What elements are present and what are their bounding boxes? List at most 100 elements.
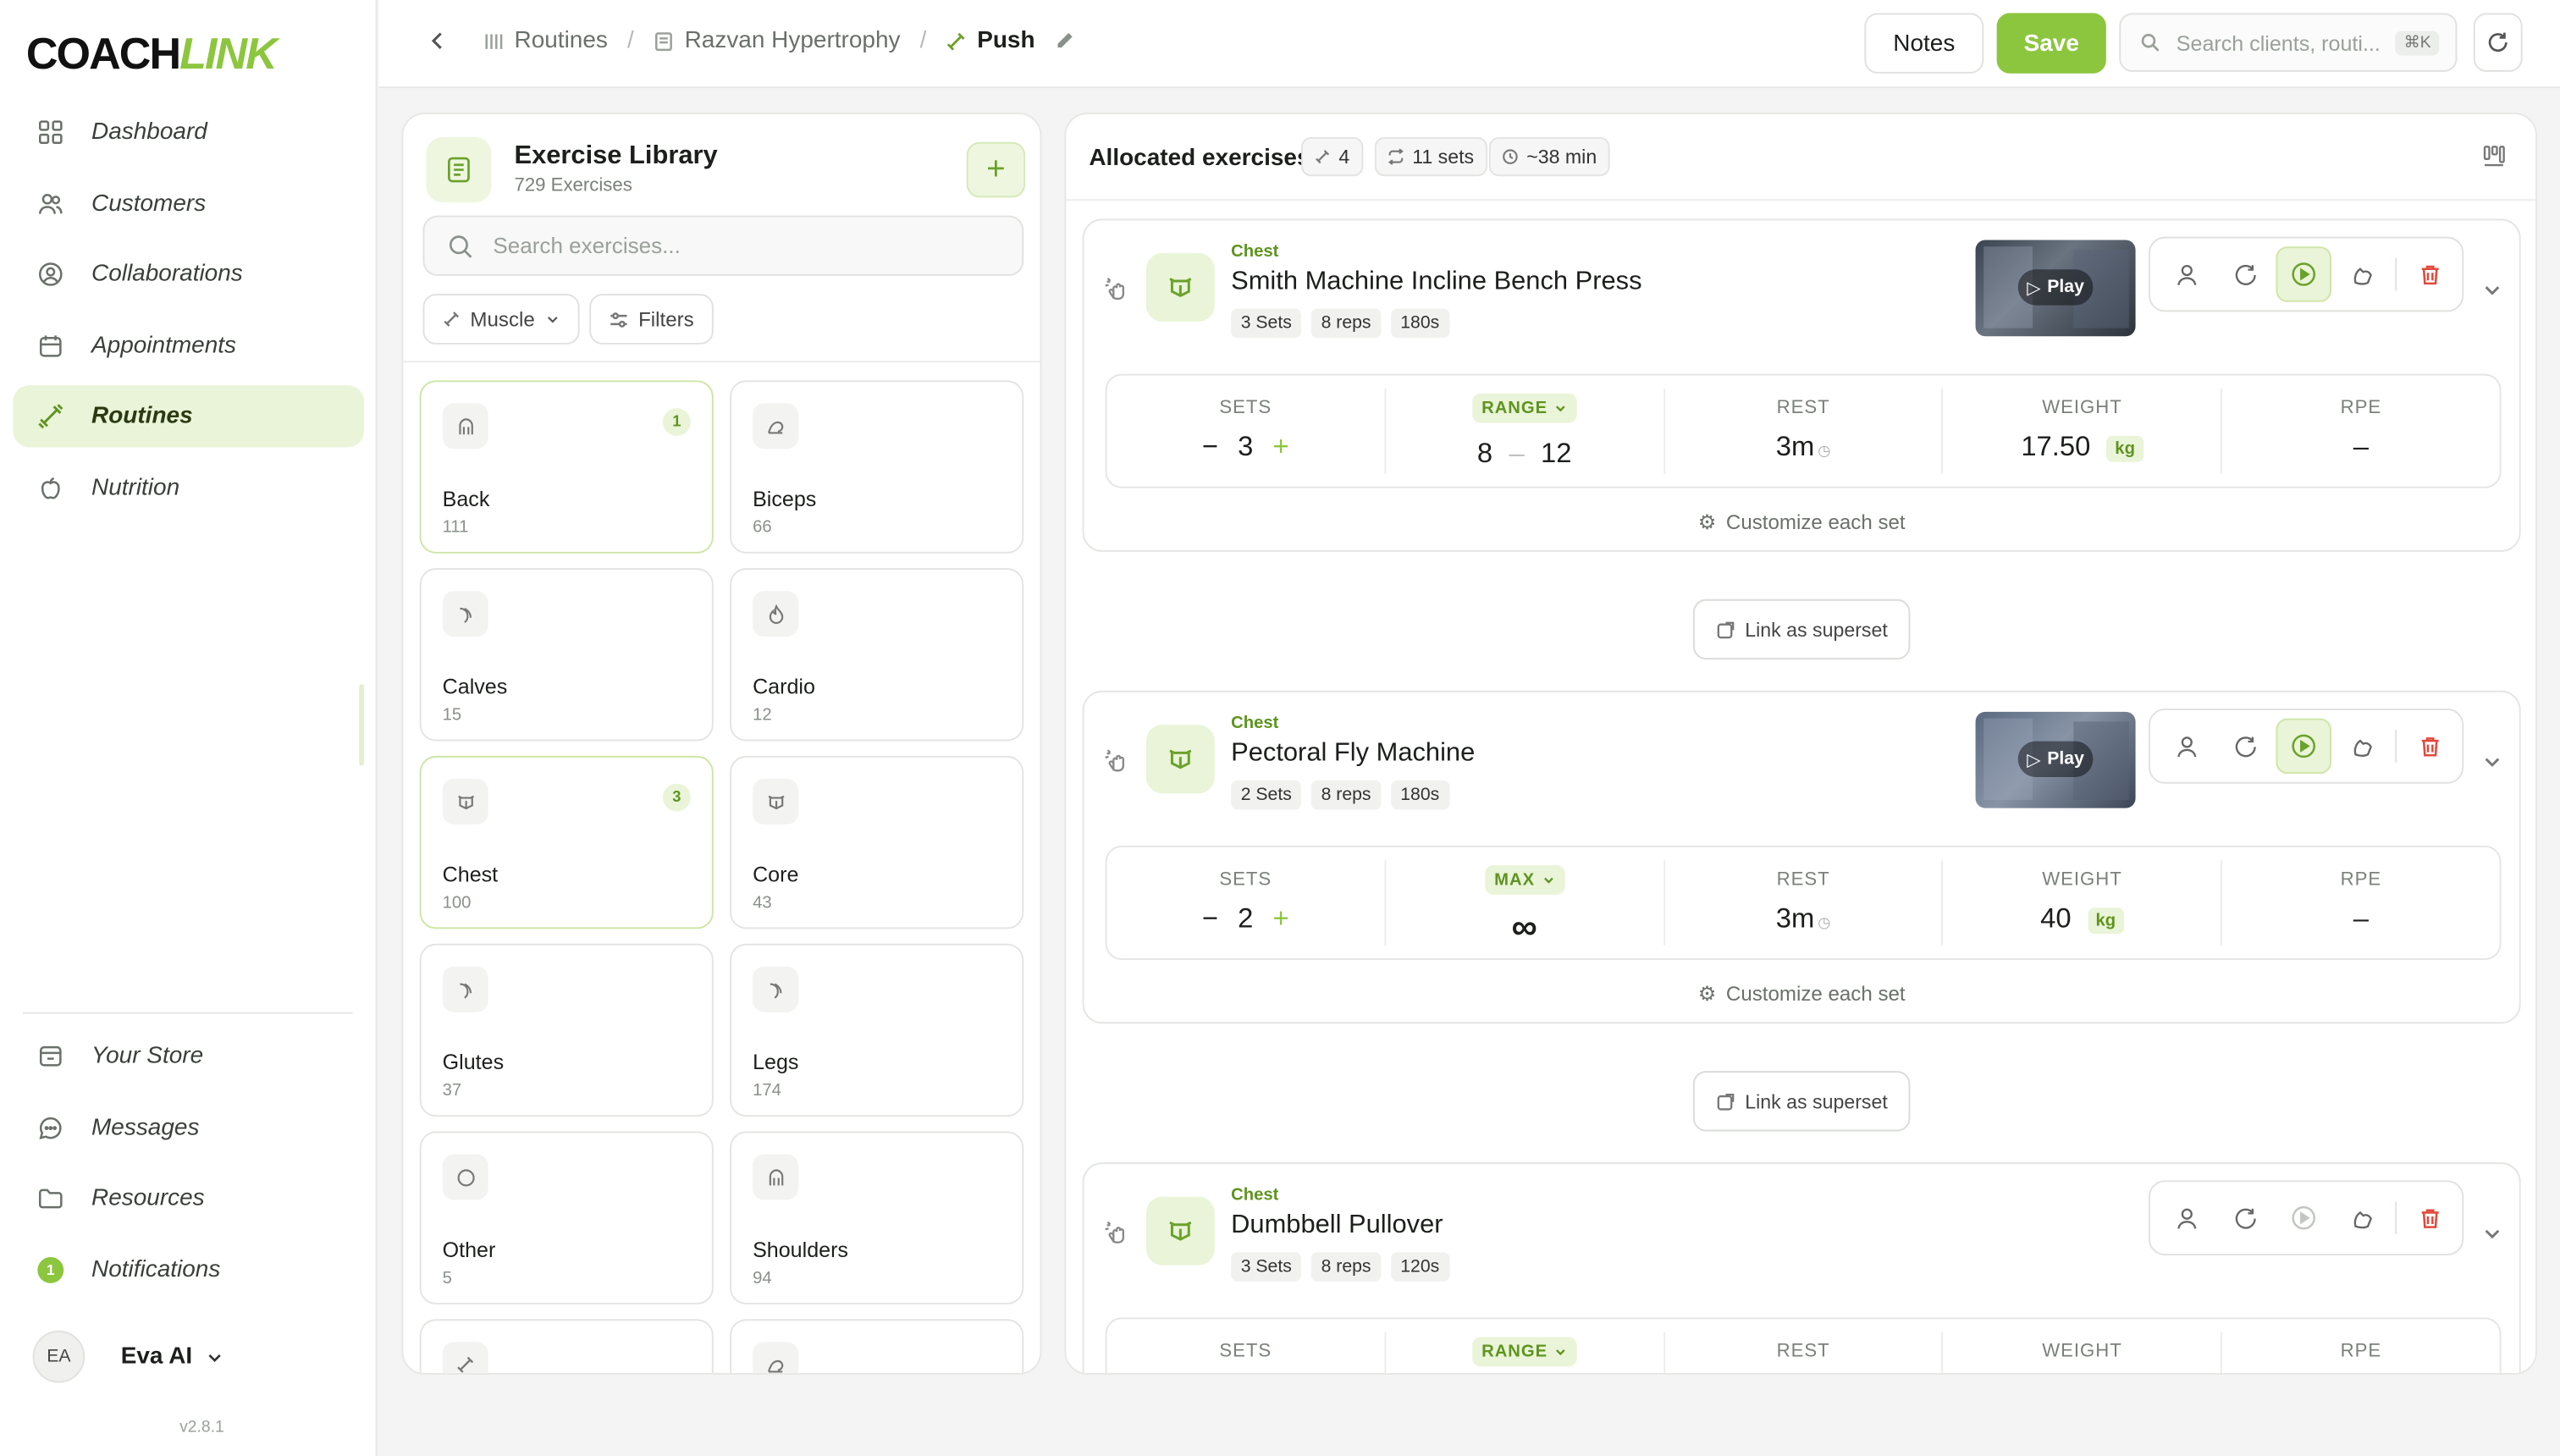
- reps-mode-dropdown[interactable]: MAX: [1484, 865, 1564, 895]
- chevron-down-icon[interactable]: [2481, 751, 2502, 780]
- chevron-down-icon[interactable]: [2481, 1222, 2502, 1252]
- sets-value[interactable]: 3: [1238, 431, 1253, 462]
- muscle-map-button[interactable]: [2335, 719, 2391, 775]
- refresh-button[interactable]: [2473, 13, 2523, 72]
- swap-exercise-button[interactable]: [2217, 1190, 2273, 1246]
- muscle-map-button[interactable]: [2335, 246, 2391, 302]
- assign-client-button[interactable]: [2159, 1190, 2215, 1246]
- muscle-card-core[interactable]: Core 43: [730, 755, 1024, 929]
- exercise-name[interactable]: Pectoral Fly Machine: [1231, 740, 1475, 769]
- weight-unit[interactable]: kg: [2087, 907, 2124, 934]
- sidebar-item-dashboard[interactable]: Dashboard: [13, 102, 364, 163]
- muscle-card-shoulders[interactable]: Shoulders 94: [730, 1131, 1024, 1304]
- user-menu[interactable]: EA Eva AI: [32, 1330, 223, 1383]
- muscle-card-cardio[interactable]: Cardio 12: [730, 568, 1024, 742]
- delete-exercise-button[interactable]: [2402, 1190, 2458, 1246]
- assign-client-button[interactable]: [2159, 719, 2215, 775]
- app-version: v2.8.1: [179, 1418, 224, 1437]
- reps-max[interactable]: 12: [1541, 438, 1571, 469]
- sidebar-scrollbar[interactable]: [359, 684, 365, 766]
- sidebar-item-resources[interactable]: Resources: [13, 1167, 364, 1229]
- trash-icon: [2417, 734, 2441, 758]
- drag-handle-icon[interactable]: [1104, 1220, 1130, 1255]
- rest-tag: 180s: [1390, 780, 1449, 810]
- muscle-card-legs[interactable]: Legs 174: [730, 943, 1024, 1117]
- reps-max-value[interactable]: ∞: [1386, 906, 1663, 948]
- weight-unit[interactable]: kg: [2106, 434, 2143, 461]
- video-toggle-button[interactable]: [2276, 1190, 2331, 1246]
- rest-value-wrap[interactable]: 3m ◷: [1664, 431, 1941, 464]
- back-arrow-icon[interactable]: [428, 31, 447, 51]
- minus-button[interactable]: −: [1202, 431, 1218, 462]
- exercise-name[interactable]: Smith Machine Incline Bench Press: [1231, 267, 1641, 297]
- drag-handle-icon[interactable]: [1104, 276, 1130, 310]
- muscle-card-partial[interactable]: [730, 1319, 1024, 1373]
- reps-min[interactable]: 8: [1477, 438, 1492, 469]
- minus-button[interactable]: −: [1202, 902, 1218, 934]
- muscle-card-chest[interactable]: 3 Chest 100: [419, 755, 714, 929]
- muscle-card-calves[interactable]: Calves 15: [419, 568, 714, 742]
- drag-handle-icon[interactable]: [1104, 747, 1130, 781]
- play-video-button[interactable]: ▷ Play: [2017, 269, 2094, 306]
- muscle-card-biceps[interactable]: Biceps 66: [730, 380, 1024, 554]
- swap-exercise-button[interactable]: [2217, 719, 2273, 775]
- video-toggle-button[interactable]: [2276, 718, 2331, 775]
- muscle-card-back[interactable]: 1 Back 111: [419, 380, 714, 554]
- delete-exercise-button[interactable]: [2402, 246, 2458, 302]
- muscle-card-partial[interactable]: [419, 1319, 714, 1373]
- delete-exercise-button[interactable]: [2402, 719, 2458, 775]
- save-button[interactable]: Save: [1996, 13, 2106, 74]
- rpe-label: RPE: [2340, 398, 2382, 418]
- breadcrumb-routine[interactable]: Razvan Hypertrophy: [685, 28, 901, 54]
- exercise-video-thumbnail[interactable]: ▷ Play: [1975, 711, 2136, 808]
- exercise-search-input[interactable]: Search exercises...: [422, 215, 1024, 276]
- link-superset-button[interactable]: Link as superset: [1692, 598, 1911, 660]
- sidebar-item-routines[interactable]: Routines: [13, 385, 365, 449]
- weight-value-wrap[interactable]: 17.50 kg: [1944, 431, 2221, 464]
- filters-button[interactable]: Filters: [589, 294, 714, 345]
- play-video-button[interactable]: ▷ Play: [2017, 741, 2094, 777]
- rpe-value[interactable]: –: [2222, 902, 2499, 935]
- customize-each-set-button[interactable]: ⚙ Customize each set: [1084, 981, 2519, 1006]
- muscle-card-other[interactable]: Other 5: [419, 1131, 714, 1304]
- plus-button[interactable]: +: [1273, 902, 1289, 934]
- rest-value-wrap[interactable]: 3m ◷: [1664, 902, 1941, 935]
- sets-count: 11 sets: [1412, 145, 1475, 168]
- muscle-card-count: 66: [753, 517, 772, 538]
- weight-value-wrap[interactable]: 40 kg: [1944, 902, 2221, 935]
- reps-mode-dropdown[interactable]: RANGE: [1471, 1337, 1577, 1367]
- exercise-library-panel: Exercise Library 729 Exercises + Search …: [401, 113, 1042, 1375]
- exercise-video-thumbnail[interactable]: ▷ Play: [1975, 240, 2136, 337]
- muscle-map-button[interactable]: [2335, 1190, 2391, 1246]
- swap-exercise-button[interactable]: [2217, 246, 2273, 302]
- sidebar-item-nutrition[interactable]: Nutrition: [13, 457, 364, 519]
- chevron-down-icon[interactable]: [2481, 279, 2502, 309]
- sets-stepper: −2 +: [1107, 902, 1384, 935]
- sets-value[interactable]: 2: [1238, 902, 1253, 934]
- video-toggle-button[interactable]: [2276, 246, 2331, 302]
- plus-button[interactable]: +: [1273, 431, 1289, 462]
- global-search-input[interactable]: Search clients, routi... ⌘K: [2119, 13, 2458, 72]
- sidebar-item-your-store[interactable]: Your Store: [13, 1025, 364, 1087]
- notes-button[interactable]: Notes: [1864, 13, 1984, 74]
- rest-column: REST: [1664, 1332, 1944, 1373]
- link-superset-button[interactable]: Link as superset: [1692, 1071, 1911, 1132]
- app-logo[interactable]: COACHLINK: [26, 30, 278, 80]
- assign-client-button[interactable]: [2159, 246, 2215, 302]
- customize-each-set-button[interactable]: ⚙ Customize each set: [1084, 510, 2519, 534]
- add-exercise-button[interactable]: +: [966, 141, 1026, 198]
- muscle-card-glutes[interactable]: Glutes 37: [419, 943, 714, 1117]
- sidebar-item-notifications[interactable]: 1 Notifications: [13, 1238, 364, 1300]
- muscle-filter-dropdown[interactable]: Muscle: [422, 294, 579, 345]
- reps-mode-dropdown[interactable]: RANGE: [1471, 393, 1577, 423]
- exercise-name[interactable]: Dumbbell Pullover: [1231, 1211, 1443, 1241]
- muscle-card-name: Back: [442, 486, 490, 511]
- breadcrumb-routines[interactable]: Routines: [514, 28, 607, 54]
- rpe-value[interactable]: –: [2222, 431, 2499, 464]
- sidebar-item-collaborations[interactable]: Collaborations: [13, 244, 364, 306]
- pencil-icon[interactable]: [1055, 31, 1074, 51]
- sidebar-item-messages[interactable]: Messages: [13, 1096, 364, 1158]
- sidebar-item-customers[interactable]: Customers: [13, 173, 364, 234]
- sidebar-item-appointments[interactable]: Appointments: [13, 315, 364, 377]
- layout-toggle-icon[interactable]: [2481, 144, 2506, 177]
